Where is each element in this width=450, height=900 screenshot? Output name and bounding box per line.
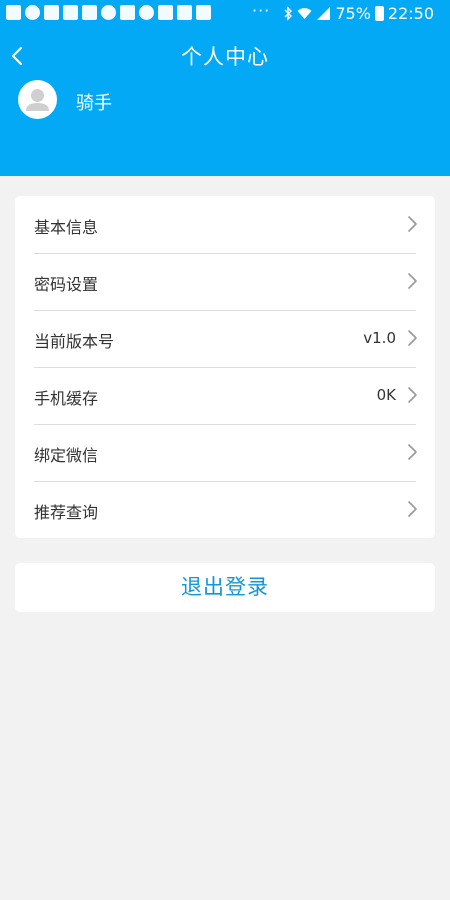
qq-icon bbox=[25, 5, 40, 20]
chevron-right-icon bbox=[408, 216, 417, 232]
timer-icon bbox=[101, 5, 116, 20]
battery-icon bbox=[374, 6, 384, 21]
notification-icons bbox=[6, 5, 211, 20]
square-app-icon bbox=[120, 5, 135, 20]
menu-item-label: 基本信息 bbox=[34, 218, 99, 237]
menu-item-label: 手机缓存 bbox=[34, 389, 99, 408]
signal-icon bbox=[316, 6, 331, 21]
status-bar: ··· 75% 22:50 bbox=[0, 0, 450, 28]
clock: 22:50 bbox=[387, 4, 434, 23]
cache-size-value: 0K bbox=[376, 386, 396, 404]
cloud-icon bbox=[82, 5, 97, 20]
system-status: 75% 22:50 bbox=[283, 4, 434, 23]
activity-icon bbox=[196, 5, 211, 20]
avatar[interactable] bbox=[18, 80, 57, 119]
menu-item-referral-query[interactable]: 推荐查询 bbox=[15, 481, 435, 538]
image-icon bbox=[177, 5, 192, 20]
gallery-notification-icon bbox=[6, 5, 21, 20]
menu-item-label: 当前版本号 bbox=[34, 332, 115, 351]
wifi-icon bbox=[297, 6, 312, 21]
chevron-right-icon bbox=[408, 444, 417, 460]
logout-button[interactable]: 退出登录 bbox=[15, 563, 435, 612]
tiktok-icon bbox=[44, 5, 59, 20]
bluetooth-icon bbox=[283, 6, 293, 21]
menu-item-cache[interactable]: 手机缓存 0K bbox=[15, 367, 435, 424]
menu-item-basic-info[interactable]: 基本信息 bbox=[15, 196, 435, 253]
chevron-right-icon bbox=[408, 501, 417, 517]
username: 骑手 bbox=[76, 93, 112, 114]
menu-item-label: 绑定微信 bbox=[34, 446, 99, 465]
menu-item-bind-wechat[interactable]: 绑定微信 bbox=[15, 424, 435, 481]
menu-item-password-settings[interactable]: 密码设置 bbox=[15, 253, 435, 310]
page-title: 个人中心 bbox=[181, 45, 269, 69]
chevron-right-icon bbox=[408, 330, 417, 346]
header: ··· 75% 22:50 个人中心 骑手 bbox=[0, 0, 450, 176]
battery-percent: 75% bbox=[335, 4, 371, 23]
more-notifications-dots: ··· bbox=[252, 1, 271, 20]
user-icon bbox=[26, 89, 49, 111]
download-icon bbox=[139, 5, 154, 20]
shopping-bag-icon bbox=[63, 5, 78, 20]
menu-item-version[interactable]: 当前版本号 v1.0 bbox=[15, 310, 435, 367]
chevron-right-icon bbox=[408, 273, 417, 289]
version-value: v1.0 bbox=[363, 329, 396, 347]
chevron-right-icon bbox=[408, 387, 417, 403]
cloud-alt-icon bbox=[158, 5, 173, 20]
menu-item-label: 密码设置 bbox=[34, 275, 99, 294]
menu-item-label: 推荐查询 bbox=[34, 503, 99, 522]
settings-menu: 基本信息 密码设置 当前版本号 v1.0 手机缓存 0K 绑定微信 推荐查询 bbox=[15, 196, 435, 538]
